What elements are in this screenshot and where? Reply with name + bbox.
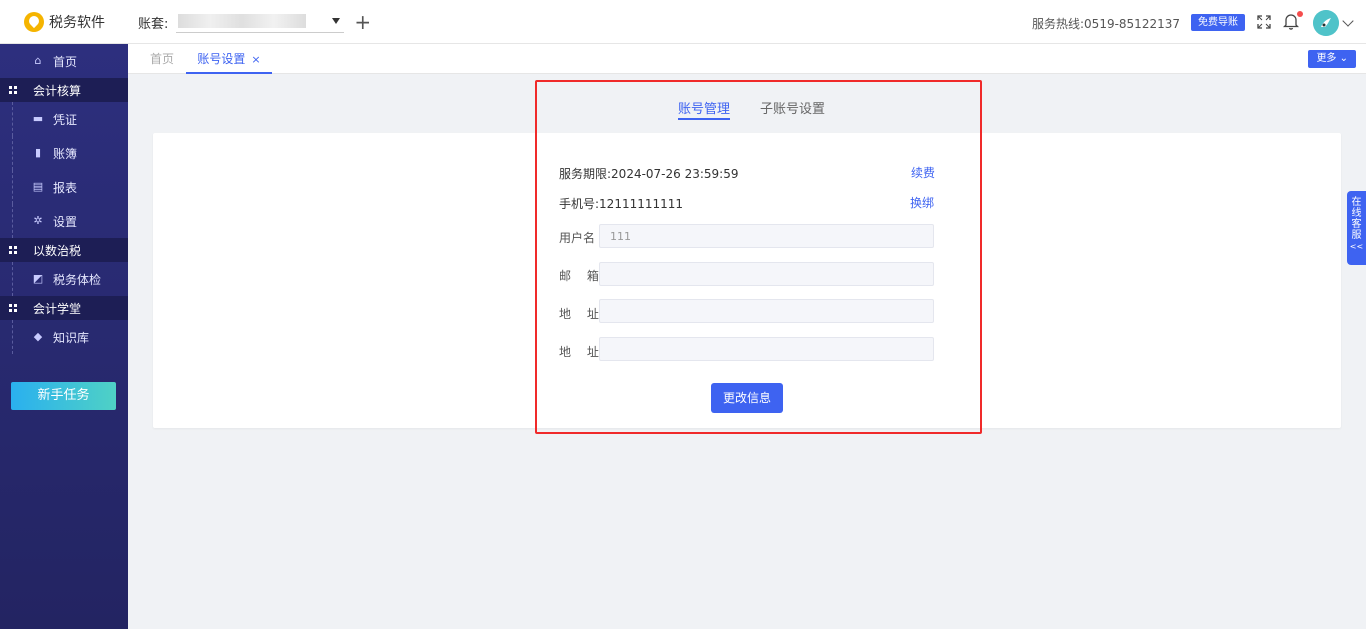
email-field[interactable] [599, 262, 934, 286]
more-label: 更多 [1316, 53, 1337, 64]
logo[interactable]: 税务软件 [0, 0, 128, 44]
page-tabs: 首页 账号设置 × 更多 ⌄ [128, 44, 1366, 74]
close-icon[interactable]: × [251, 53, 260, 66]
settings-sub-tabs: 账号管理 子账号设置 [678, 98, 825, 120]
tab-label: 账号设置 [197, 52, 246, 66]
sidebar-item-label: 报表 [53, 180, 78, 195]
top-header: 税务软件 账套: + 服务热线:0519-85122137 免费导账 [0, 0, 1366, 44]
account-select[interactable] [176, 11, 345, 33]
sidebar-group-academy[interactable]: 会计学堂 [0, 296, 128, 320]
sidebar-item-label: 税务体检 [53, 272, 102, 287]
report-icon: ▤ [32, 180, 44, 193]
double-chevron-left-icon: << [1349, 242, 1364, 251]
address-label: 地 址 [559, 307, 605, 321]
sidebar-group-label: 会计学堂 [33, 301, 82, 316]
more-button[interactable]: 更多 ⌄ [1308, 50, 1356, 68]
new-user-task-button[interactable]: 新手任务 [11, 382, 116, 410]
address-field[interactable] [599, 299, 934, 323]
logo-icon [24, 12, 44, 32]
account-set-selector: 账套: + [138, 0, 371, 44]
sidebar-item-home[interactable]: ⌂ 首页 [0, 44, 128, 78]
sidebar-item-label: 知识库 [53, 330, 90, 345]
sidebar-item-label: 凭证 [53, 112, 78, 127]
free-nav-button[interactable]: 免费导账 [1191, 14, 1245, 31]
caret-down-icon [332, 18, 341, 24]
username-label: 用户名 [559, 231, 596, 245]
service-hotline: 服务热线:0519-85122137 [1032, 17, 1180, 31]
avatar[interactable] [1313, 10, 1339, 36]
account-label: 账套: [138, 16, 169, 32]
grid-icon [9, 304, 17, 312]
service-period-label: 服务期限: [559, 167, 612, 181]
sidebar-group-label: 以数治税 [33, 243, 82, 258]
rebind-phone-link[interactable]: 换绑 [910, 194, 934, 211]
notification-dot [1297, 11, 1303, 17]
add-icon[interactable]: + [354, 12, 371, 32]
address-field-2[interactable] [599, 337, 934, 361]
online-service-label: 在线客服 [1351, 197, 1362, 241]
tab-home[interactable]: 首页 [150, 44, 174, 74]
voucher-icon: ▬ [32, 112, 44, 125]
sidebar-item-tax-check[interactable]: ◩ 税务体检 [0, 262, 128, 296]
phone-label: 手机号: [559, 197, 600, 211]
update-info-button[interactable]: 更改信息 [711, 383, 783, 413]
fullscreen-icon[interactable] [1257, 15, 1271, 29]
bulb-icon: ◆ [33, 330, 43, 343]
renew-link[interactable]: 续费 [911, 164, 935, 181]
app-name: 税务软件 [49, 15, 105, 31]
tab-sub-account-settings[interactable]: 子账号设置 [760, 98, 825, 120]
phone-value: 12111111111 [599, 197, 684, 211]
avatar-icon [1313, 10, 1339, 36]
account-name-redacted [178, 14, 307, 28]
sidebar-group-tax[interactable]: 以数治税 [0, 238, 128, 262]
ledger-icon: ▮ [34, 146, 42, 159]
sidebar-item-voucher[interactable]: ▬ 凭证 [0, 102, 128, 136]
chart-icon: ◩ [32, 272, 44, 285]
service-period-value: 2024-07-26 23:59:59 [611, 167, 739, 181]
email-label: 邮 箱 [559, 269, 605, 283]
tab-account-management[interactable]: 账号管理 [678, 98, 731, 120]
sidebar-item-ledger[interactable]: ▮ 账簿 [0, 136, 128, 170]
address-label-2: 地 址 [559, 345, 605, 359]
tab-account-settings[interactable]: 账号设置 × [186, 44, 272, 74]
service-period: 服务期限:2024-07-26 23:59:59 [559, 165, 739, 182]
sidebar-item-settings[interactable]: ✲ 设置 [0, 204, 128, 238]
sidebar-group-accounting[interactable]: 会计核算 [0, 78, 128, 102]
home-icon: ⌂ [34, 54, 42, 67]
phone: 手机号:12111111111 [559, 195, 683, 212]
sidebar-item-label: 设置 [53, 214, 78, 229]
sidebar-item-label: 账簿 [53, 146, 78, 161]
sidebar-item-report[interactable]: ▤ 报表 [0, 170, 128, 204]
grid-icon [9, 246, 17, 254]
sidebar-group-label: 会计核算 [33, 83, 82, 98]
chevron-down-icon[interactable] [1342, 15, 1354, 27]
grid-icon [9, 86, 17, 94]
gear-icon: ✲ [33, 214, 43, 227]
username-field[interactable] [599, 224, 934, 248]
online-service-tab[interactable]: 在线客服 << [1347, 191, 1366, 265]
sidebar-item-label: 首页 [53, 54, 78, 69]
sidebar: ⌂ 首页 会计核算 ▬ 凭证 ▮ 账簿 ▤ 报表 ✲ 设置 以数治税 ◩ 税务体… [0, 44, 128, 629]
sidebar-item-knowledge[interactable]: ◆ 知识库 [0, 320, 128, 354]
